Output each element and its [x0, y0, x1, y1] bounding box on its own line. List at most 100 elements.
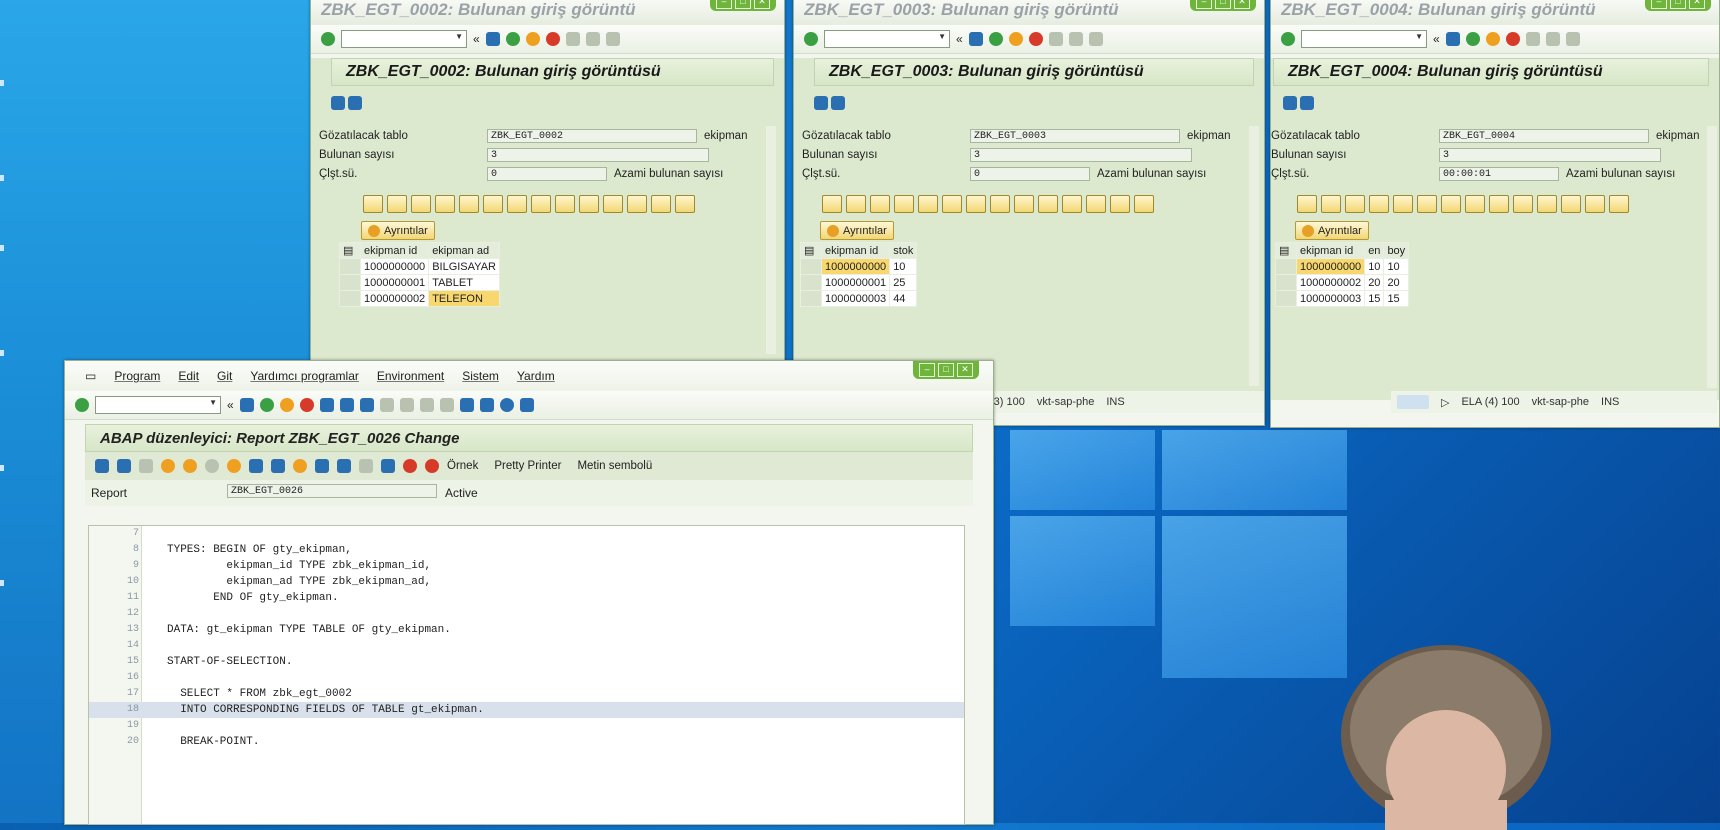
menu-item-environment[interactable]: Environment — [377, 369, 444, 383]
code-line[interactable]: 11 END OF gty_ekipman. — [89, 590, 964, 606]
command-field[interactable] — [341, 30, 467, 48]
paste-icon[interactable] — [1417, 195, 1437, 213]
zoom-icon[interactable] — [1297, 195, 1317, 213]
find-icon[interactable] — [1134, 195, 1154, 213]
navigation-icon[interactable] — [315, 459, 329, 473]
code-line[interactable]: 8 TYPES: BEGIN OF gty_ekipman, — [89, 542, 964, 558]
back-arrow-icon[interactable]: « — [227, 398, 234, 412]
code-line[interactable]: 10 ekipman_ad TYPE zbk_ekipman_ad, — [89, 574, 964, 590]
help-icon[interactable] — [499, 398, 514, 412]
maximize-icon[interactable]: □ — [1215, 0, 1231, 9]
table-row[interactable]: 1000000002 TELEFON — [339, 290, 500, 307]
code-line[interactable]: 12 — [89, 606, 964, 622]
maximize-icon[interactable]: □ — [938, 363, 954, 377]
save-icon[interactable] — [1445, 32, 1460, 46]
exit-icon[interactable] — [525, 32, 540, 46]
window-controls[interactable]: – □ ✕ — [1645, 0, 1711, 11]
print-icon[interactable] — [1048, 32, 1063, 46]
hit-count-field[interactable]: 3 — [970, 147, 1192, 162]
find-icon[interactable] — [585, 32, 600, 46]
code-line[interactable]: 17 SELECT * FROM zbk_egt_0002 — [89, 686, 964, 702]
insert-icon[interactable] — [387, 195, 407, 213]
column-header[interactable]: ekipman id — [359, 242, 430, 259]
layout-icon[interactable] — [519, 398, 534, 412]
table-row[interactable]: 1000000003 44 — [800, 290, 918, 307]
insert-icon[interactable] — [846, 195, 866, 213]
refresh-icon[interactable] — [1345, 195, 1365, 213]
exit-icon[interactable] — [1008, 32, 1023, 46]
enter-icon[interactable] — [1281, 32, 1295, 46]
print-icon[interactable] — [1525, 32, 1540, 46]
shortcut-icon[interactable] — [479, 398, 494, 412]
desktop-icon-edge[interactable] — [0, 580, 4, 586]
desktop-icon-edge[interactable] — [0, 175, 4, 181]
display-change-icon[interactable] — [139, 459, 153, 473]
info-icon[interactable] — [381, 459, 395, 473]
copy-icon[interactable] — [459, 195, 479, 213]
minimize-icon[interactable]: – — [716, 0, 732, 9]
undo-icon[interactable] — [1441, 195, 1461, 213]
copy-icon[interactable] — [1393, 195, 1413, 213]
cancel-icon[interactable] — [1028, 32, 1043, 46]
table-row[interactable]: 1000000001 TABLET — [339, 274, 500, 291]
delete-row-icon[interactable] — [1513, 195, 1533, 213]
menu-item-program[interactable]: Program — [114, 369, 160, 383]
column-header[interactable]: ekipman id — [1295, 242, 1366, 259]
window-controls[interactable]: – □ ✕ — [710, 0, 776, 11]
menu-item-system[interactable]: Sistem — [462, 369, 499, 383]
find-icon[interactable] — [1545, 32, 1560, 46]
insert-row-icon[interactable] — [555, 195, 575, 213]
find-icon[interactable] — [1068, 32, 1083, 46]
runtime-field[interactable]: 0 — [487, 166, 607, 181]
pattern-button[interactable]: Örnek — [447, 460, 478, 472]
paste-icon[interactable] — [483, 195, 503, 213]
cut-icon[interactable] — [894, 195, 914, 213]
close-icon[interactable]: ✕ — [754, 0, 770, 9]
exit-icon[interactable] — [279, 398, 294, 412]
desktop-icon-edge[interactable] — [0, 350, 4, 356]
enter-icon[interactable] — [321, 32, 335, 46]
play-icon[interactable]: ▷ — [1441, 396, 1449, 409]
column-header[interactable]: ekipman id — [820, 242, 891, 259]
result-grid[interactable]: ▤ ekipman id en boy 1000000000 10 10 10000000… — [1275, 242, 1410, 307]
maximize-icon[interactable]: □ — [1670, 0, 1686, 9]
table-row[interactable]: 1000000001 25 — [800, 274, 918, 291]
code-line-current[interactable]: 18 INTO CORRESPONDING FIELDS OF TABLE gt… — [89, 702, 964, 718]
table-name-field[interactable]: ZBK_EGT_0002 — [487, 128, 697, 143]
copy-row-icon[interactable] — [1537, 195, 1557, 213]
table-name-field[interactable]: ZBK_EGT_0004 — [1439, 128, 1649, 143]
menu-item-help[interactable]: Yardım — [517, 369, 555, 383]
append-icon[interactable] — [990, 195, 1010, 213]
code-line[interactable]: 7 — [89, 526, 964, 542]
settings-icon[interactable] — [348, 96, 363, 110]
code-line[interactable]: 16 — [89, 670, 964, 686]
window-controls[interactable]: – □ ✕ — [913, 361, 979, 379]
enter-icon[interactable] — [75, 398, 89, 412]
filter-icon[interactable] — [1585, 195, 1605, 213]
select-all-icon[interactable]: ▤ — [339, 242, 361, 259]
object-list-icon[interactable] — [293, 459, 307, 473]
vertical-scrollbar[interactable] — [1249, 126, 1259, 386]
back-icon[interactable] — [259, 398, 274, 412]
menu-item-edit[interactable]: Edit — [178, 369, 199, 383]
insert-row-icon[interactable] — [1014, 195, 1034, 213]
page-icon[interactable] — [605, 32, 620, 46]
command-field[interactable] — [824, 30, 950, 48]
column-header[interactable]: ekipman ad — [428, 242, 500, 259]
cancel-icon[interactable] — [545, 32, 560, 46]
pretty-printer-button[interactable]: Pretty Printer — [494, 460, 561, 472]
back-icon[interactable] — [1465, 32, 1480, 46]
delete-row-icon[interactable] — [579, 195, 599, 213]
settings-icon[interactable] — [1300, 96, 1315, 110]
exit-icon[interactable] — [1485, 32, 1500, 46]
system-info[interactable]: (3) 100 — [990, 396, 1025, 408]
check-icon[interactable] — [205, 459, 219, 473]
desktop-icon-edge[interactable] — [0, 80, 4, 86]
command-field[interactable] — [1301, 30, 1427, 48]
command-field[interactable] — [95, 396, 221, 414]
desktop-icon-edge[interactable] — [0, 245, 4, 251]
enter-icon[interactable] — [804, 32, 818, 46]
vertical-scrollbar[interactable] — [766, 126, 776, 354]
close-icon[interactable]: ✕ — [957, 363, 973, 377]
details-button[interactable]: Ayrıntılar — [361, 221, 435, 240]
